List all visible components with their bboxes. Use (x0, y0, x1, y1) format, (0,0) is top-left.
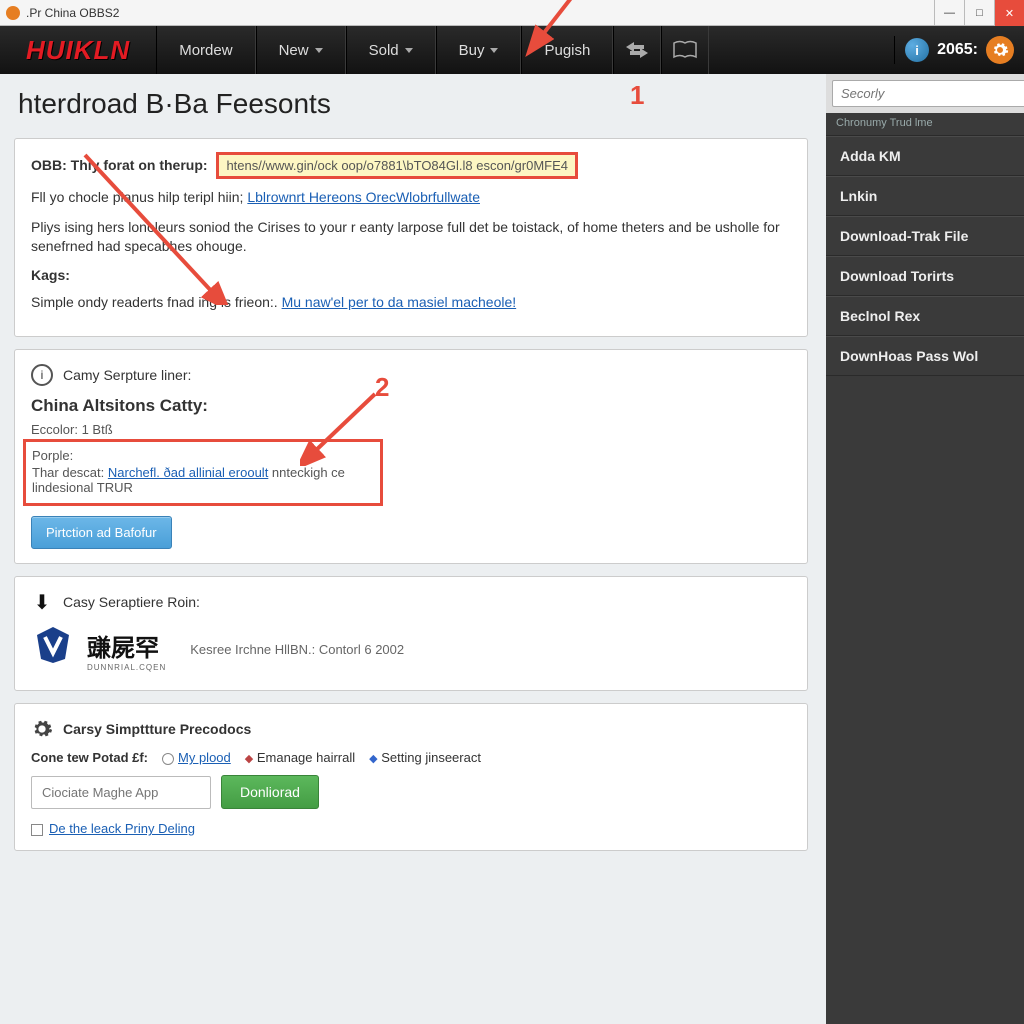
sidebar-item-adda-km[interactable]: Adda KM (826, 136, 1024, 176)
obb-label: OBB: Thiy forat on therup: (31, 157, 208, 173)
chevron-down-icon (490, 48, 498, 53)
chevron-down-icon (405, 48, 413, 53)
card2-header: i Camy Serpture liner: (31, 364, 791, 386)
chevron-down-icon (315, 48, 323, 53)
sidebar-item-download-torirts[interactable]: Download Torirts (826, 256, 1024, 296)
page-title: hterdroad B·Bа Feesonts (14, 88, 808, 120)
nav-item-new[interactable]: New (256, 26, 346, 74)
kags-heading: Kags: (31, 267, 791, 283)
window-maximize-button[interactable]: □ (964, 0, 994, 26)
checkbox-icon[interactable] (31, 824, 43, 836)
info-badge-icon[interactable]: i (905, 38, 929, 62)
partner-name-cjk: 豏屍罕 (87, 628, 166, 663)
sidebar-search (826, 74, 1024, 113)
nav-items: Mordew New Sold Buy Pugish (156, 26, 613, 74)
card3-header: ⬇ Casy Seraptiere Roin: (31, 591, 791, 613)
nav-swap-icon[interactable] (613, 26, 661, 74)
download-arrow-icon: ⬇ (31, 591, 53, 613)
window-minimize-button[interactable]: — (934, 0, 964, 26)
top-navbar: HUIKLN Mordew New Sold Buy Pugish i 2065… (0, 26, 1024, 74)
link-kags[interactable]: Mu naw'el per to da masiel macheole! (282, 294, 517, 310)
pirtction-button[interactable]: Pirtction ad Bafofur (31, 516, 172, 549)
window-titlebar: .Pr China OBBS2 — □ ✕ (0, 0, 1024, 26)
nav-item-sold[interactable]: Sold (346, 26, 436, 74)
sidebar-search-input[interactable] (832, 80, 1024, 107)
card2-highlight-box: Porple: Thar descat: Narchefl. ðad allin… (23, 439, 383, 506)
option-setting[interactable]: ◆ Setting jinseeract (369, 750, 481, 765)
nav-counter: 2065: (937, 41, 978, 59)
partner-logo-row: 豏屍罕 DUNNRIAL.CQEN Kesree Irchne HllBN.: … (31, 623, 791, 676)
info-circle-icon: i (31, 364, 53, 386)
link-priny-deling[interactable]: De the leack Priny Deling (49, 821, 195, 836)
sidebar-item-downhoas-pass[interactable]: DownHoas Pass Wol (826, 336, 1024, 376)
settings-gear-button[interactable] (986, 36, 1014, 64)
card4-header: Carsy Simpttture Precodocs (31, 718, 791, 740)
partner-name-sub: DUNNRIAL.CQEN (87, 663, 166, 672)
card-china-altsitons: 2 i Camy Serpture liner: China Altsitons… (14, 349, 808, 564)
url-input-highlight[interactable]: htens//www.gin/ock oop/o7881\bTO84Gl.l8 … (217, 153, 577, 178)
download-button[interactable]: Donliorad (221, 775, 319, 809)
option-my-plood[interactable]: My plood (162, 750, 231, 765)
sidebar-item-lnkin[interactable]: Lnkin (826, 176, 1024, 216)
window-title: .Pr China OBBS2 (26, 6, 119, 20)
gear-icon (31, 718, 53, 740)
window-close-button[interactable]: ✕ (994, 0, 1024, 26)
brand-logo[interactable]: HUIKLN (0, 35, 156, 66)
card1-line2: Fll yo chocle planus hilp teripl hiin; L… (31, 188, 791, 208)
partner-desc: Kesree Irchne HllBN.: Contorl 6 2002 (190, 642, 404, 657)
obb-row: OBB: Thiy forat on therup: htens//www.gi… (31, 153, 791, 178)
swap-icon (622, 39, 652, 61)
book-icon (672, 39, 698, 61)
av-shield-icon (31, 623, 75, 667)
nav-item-buy[interactable]: Buy (436, 26, 522, 74)
nav-right-area: i 2065: (894, 36, 1024, 64)
gear-icon (991, 41, 1009, 59)
link-lblrownrt[interactable]: Lblrownrt Hereons OrecWlobrfullwate (247, 189, 480, 205)
main-column: hterdroad B·Bа Feesonts 1 OBB: Thiy fora… (0, 74, 826, 1024)
card2-desc-row: Thar descat: Narchefl. ðad allinial eroo… (32, 465, 374, 495)
radio-icon (162, 753, 174, 765)
card4-input-row: Donliorad (31, 775, 791, 809)
sidebar-item-download-trak[interactable]: Download-Trak File (826, 216, 1024, 256)
right-sidebar: Chronumy Trud lme Adda KM Lnkin Download… (826, 74, 1024, 1024)
link-narchefl[interactable]: Narchefl. ðad allinial erooult (108, 465, 268, 480)
app-name-input[interactable] (31, 776, 211, 809)
nav-item-pugish[interactable]: Pugish (521, 26, 613, 74)
nav-book-icon[interactable] (661, 26, 709, 74)
diamond-icon: ◆ (245, 753, 253, 765)
card-obb: OBB: Thiy forat on therup: htens//www.gi… (14, 138, 808, 337)
favicon-icon (6, 6, 20, 20)
annotation-number-2: 2 (375, 372, 389, 403)
card2-title: China Altsitons Catty: (31, 396, 791, 416)
card4-bottom-row: De the leack Priny Deling (31, 821, 791, 836)
card1-description: Pliys ising hers lonoleurs soniod the Ci… (31, 218, 791, 257)
annotation-number-1: 1 (630, 80, 644, 111)
av-logo-mark (31, 623, 75, 676)
card-seraptiere: ⬇ Casy Seraptiere Roin: 豏屍罕 DUNNRIAL.CQE… (14, 576, 808, 691)
sidebar-subhead: Chronumy Trud lme (826, 113, 1024, 136)
option-emanage[interactable]: ◆ Emanage hairrall (245, 750, 355, 765)
nav-item-mordew[interactable]: Mordew (156, 26, 255, 74)
kags-row: Simple ondy readerts fnad ing is frieon:… (31, 293, 791, 313)
card-precodocs: Carsy Simpttture Precodocs Cone tew Pota… (14, 703, 808, 851)
diamond-icon: ◆ (369, 753, 377, 765)
card2-porple: Porple: (32, 448, 374, 463)
sidebar-item-beclnol-rex[interactable]: Beclnol Rex (826, 296, 1024, 336)
card2-excolor: Eccolor: 1 Btß (31, 422, 791, 437)
card4-options-row: Cone tew Potad £f: My plood ◆ Emanage ha… (31, 750, 791, 765)
